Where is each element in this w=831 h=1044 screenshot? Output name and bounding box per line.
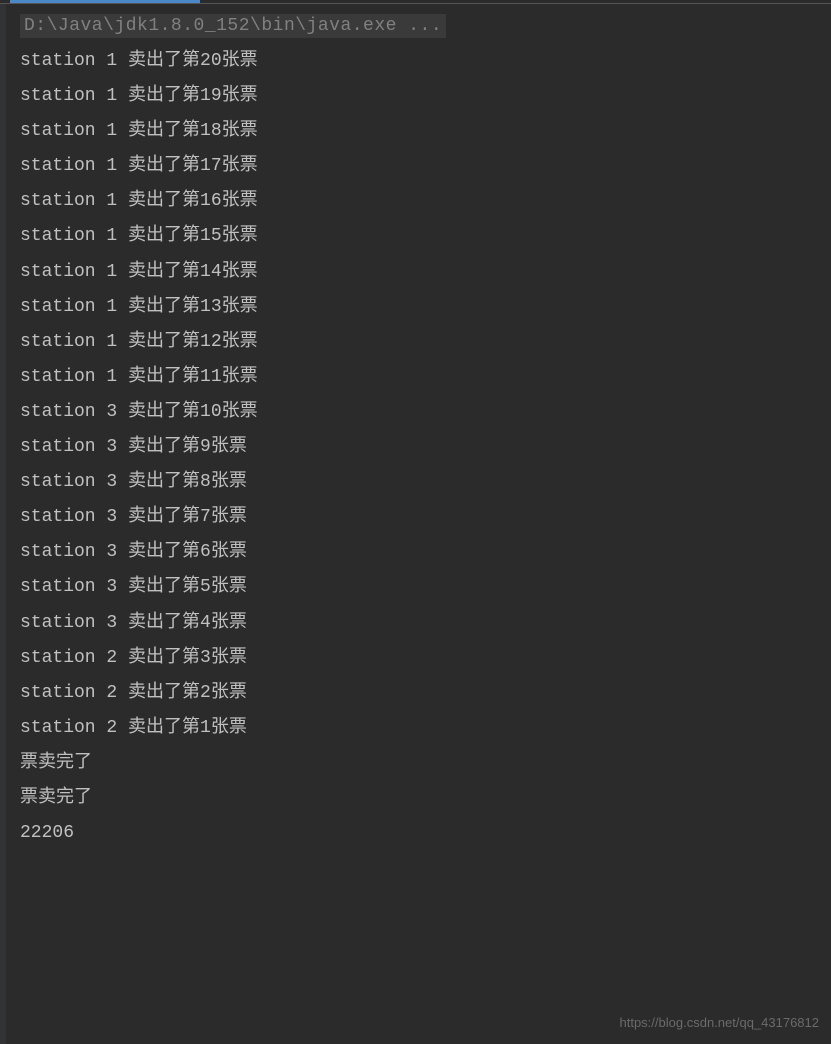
console-line: station 1 卖出了第18张票 [20,114,811,149]
console-line: station 1 卖出了第11张票 [20,360,811,395]
console-line: 22206 [20,816,811,851]
tab-bar [0,0,831,3]
console-line: station 1 卖出了第16张票 [20,184,811,219]
console-line: station 1 卖出了第20张票 [20,44,811,79]
gutter [0,4,6,1044]
console-line: station 2 卖出了第3张票 [20,641,811,676]
console-line: 票卖完了 [20,781,811,816]
console-line: station 3 卖出了第4张票 [20,606,811,641]
console-line: 票卖完了 [20,746,811,781]
console-output[interactable]: D:\Java\jdk1.8.0_152\bin\java.exe ... st… [0,4,831,861]
console-line: station 1 卖出了第15张票 [20,219,811,254]
console-line: station 3 卖出了第7张票 [20,500,811,535]
console-line: station 2 卖出了第2张票 [20,676,811,711]
console-line: station 1 卖出了第17张票 [20,149,811,184]
console-line: station 3 卖出了第8张票 [20,465,811,500]
console-line: station 1 卖出了第14张票 [20,255,811,290]
console-line: station 3 卖出了第10张票 [20,395,811,430]
watermark: https://blog.csdn.net/qq_43176812 [620,1015,820,1030]
console-line: station 3 卖出了第5张票 [20,570,811,605]
console-line: station 3 卖出了第6张票 [20,535,811,570]
console-line: station 3 卖出了第9张票 [20,430,811,465]
active-tab-indicator [10,0,200,3]
console-lines-container: station 1 卖出了第20张票station 1 卖出了第19张票stat… [20,44,811,851]
execution-path: D:\Java\jdk1.8.0_152\bin\java.exe ... [20,14,446,38]
console-line: station 1 卖出了第12张票 [20,325,811,360]
console-line: station 2 卖出了第1张票 [20,711,811,746]
console-line: station 1 卖出了第13张票 [20,290,811,325]
console-line: station 1 卖出了第19张票 [20,79,811,114]
